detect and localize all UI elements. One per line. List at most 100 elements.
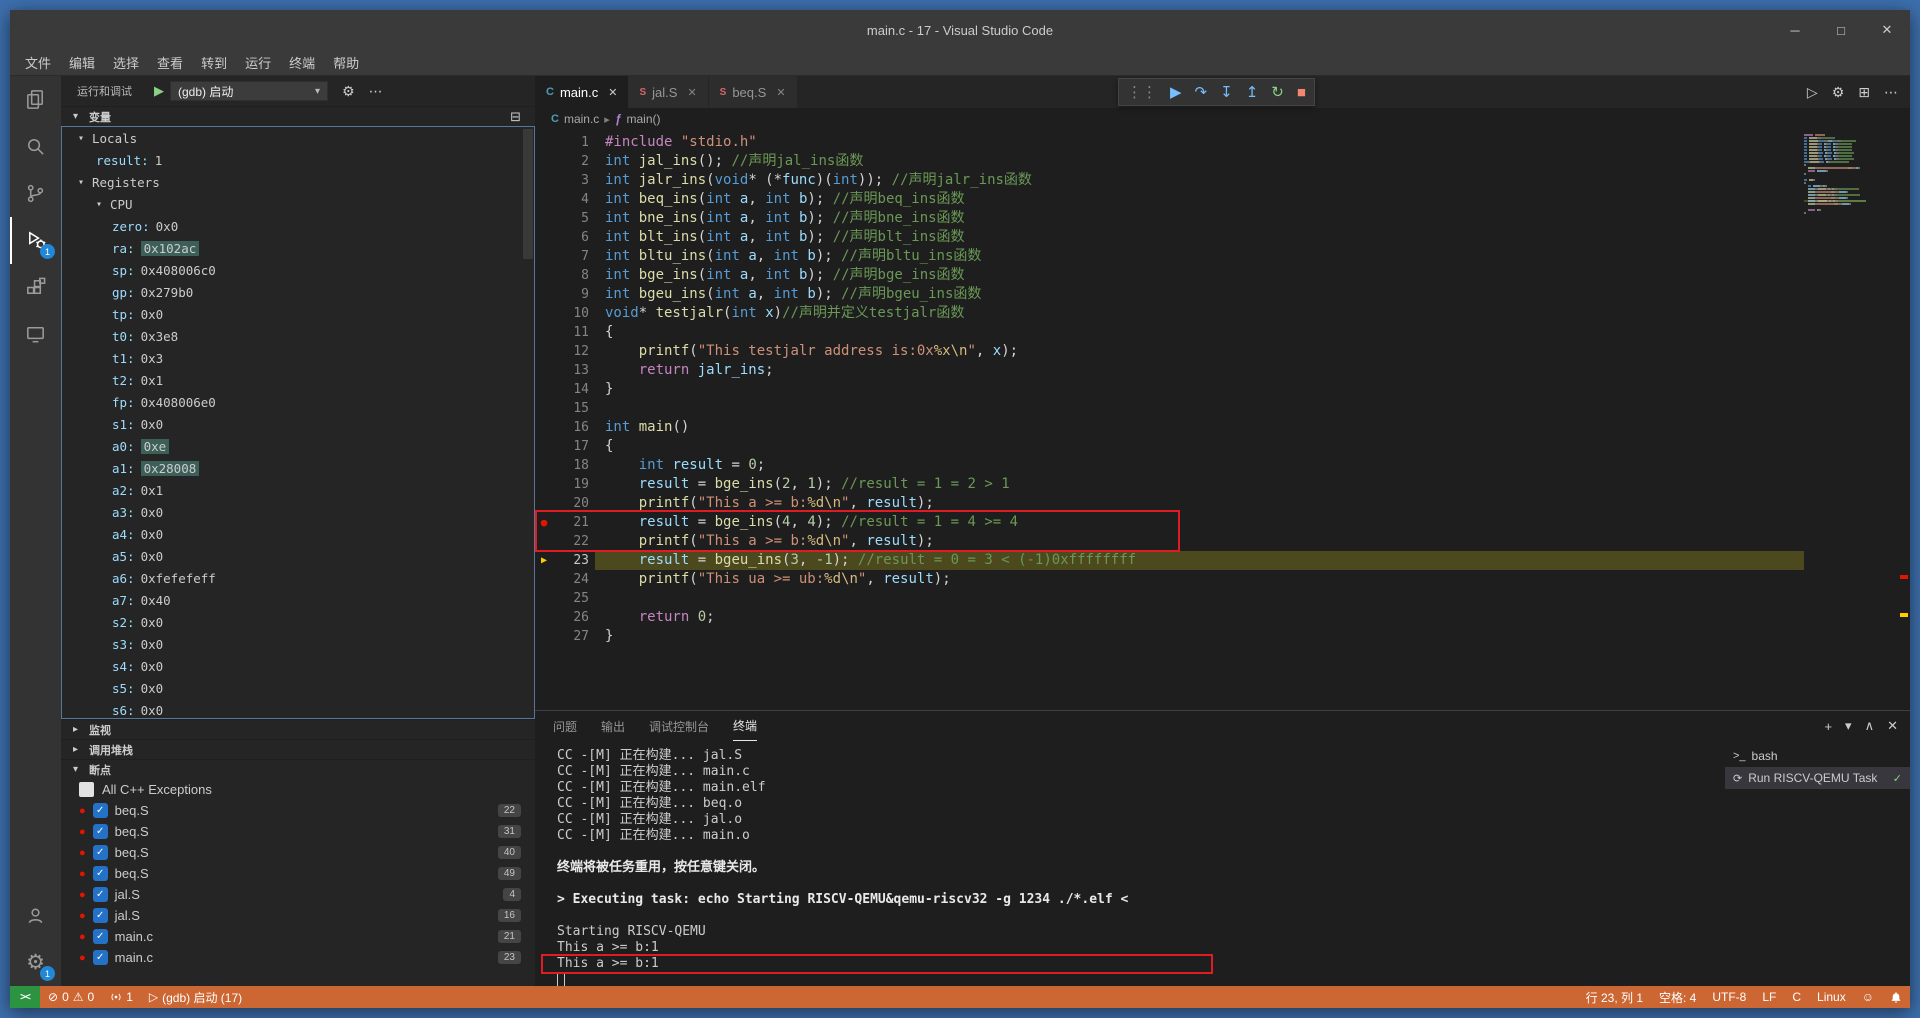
register-row[interactable]: s3:0x0 xyxy=(62,633,534,655)
extensions-icon[interactable] xyxy=(10,264,61,311)
split-editor-icon[interactable]: ⊞ xyxy=(1858,84,1870,101)
code-line[interactable]: 9int bgeu_ins(int a, int b); //声明bgeu_in… xyxy=(535,285,1804,304)
breakpoint-checkbox[interactable]: ✓ xyxy=(93,908,108,923)
breadcrumb-file[interactable]: main.c xyxy=(564,112,599,126)
register-row[interactable]: a5:0x0 xyxy=(62,545,534,567)
indentation-status[interactable]: 空格: 4 xyxy=(1651,986,1704,1008)
menu-item-查看[interactable]: 查看 xyxy=(148,53,192,72)
code-line[interactable]: 6int blt_ins(int a, int b); //声明blt_ins函… xyxy=(535,228,1804,247)
code-line[interactable]: 20 printf("This a >= b:%d\n", result); xyxy=(535,494,1804,513)
register-row[interactable]: t2:0x1 xyxy=(62,369,534,391)
register-row[interactable]: a4:0x0 xyxy=(62,523,534,545)
gutter-space[interactable] xyxy=(535,608,553,627)
search-icon[interactable] xyxy=(10,123,61,170)
tree-registers[interactable]: ▾Registers xyxy=(62,171,534,193)
cursor-position[interactable]: 行 23, 列 1 xyxy=(1578,986,1651,1008)
code-line[interactable]: 25 xyxy=(535,589,1804,608)
register-row[interactable]: a3:0x0 xyxy=(62,501,534,523)
register-row[interactable]: gp:0x279b0 xyxy=(62,281,534,303)
maximize-button[interactable]: □ xyxy=(1818,10,1864,50)
breakpoint-icon[interactable]: ● xyxy=(535,513,553,532)
local-variable[interactable]: result:1 xyxy=(62,149,534,171)
register-row[interactable]: tp:0x0 xyxy=(62,303,534,325)
gutter-space[interactable] xyxy=(535,532,553,551)
editor-tab-jal.S[interactable]: Sjal.S✕ xyxy=(628,76,708,108)
language-mode[interactable]: C xyxy=(1784,986,1809,1008)
run-icon[interactable]: ▷ xyxy=(1807,84,1818,101)
register-row[interactable]: t0:0x3e8 xyxy=(62,325,534,347)
editor-tab-main.c[interactable]: Cmain.c✕ xyxy=(535,76,628,108)
breakpoint-checkbox[interactable]: ✓ xyxy=(93,866,108,881)
gutter-space[interactable] xyxy=(535,133,553,152)
code-line[interactable]: 10void* testjalr(int x)//声明并定义testjalr函数 xyxy=(535,304,1804,323)
accounts-icon[interactable] xyxy=(10,892,61,939)
register-row[interactable]: s6:0x0 xyxy=(62,699,534,719)
problems-status[interactable]: ⊘ 0 ⚠ 0 xyxy=(40,986,102,1008)
breakpoint-checkbox[interactable]: ✓ xyxy=(93,950,108,965)
gutter-space[interactable] xyxy=(535,589,553,608)
variables-section-header[interactable]: ▾ 变量 ⊟ xyxy=(61,106,535,126)
gutter-space[interactable] xyxy=(535,247,553,266)
encoding-status[interactable]: UTF-8 xyxy=(1704,986,1754,1008)
minimap[interactable] xyxy=(1804,130,1910,710)
panel-tab-问题[interactable]: 问题 xyxy=(553,711,577,741)
code-editor[interactable]: 1#include "stdio.h"2int jal_ins(); //声明j… xyxy=(535,130,1910,710)
code-line[interactable]: 15 xyxy=(535,399,1804,418)
panel-tab-终端[interactable]: 终端 xyxy=(733,711,757,741)
register-row[interactable]: a2:0x1 xyxy=(62,479,534,501)
register-row[interactable]: ra:0x102ac xyxy=(62,237,534,259)
terminal-list-item[interactable]: ⟳Run RISCV-QEMU Task✓ xyxy=(1725,767,1910,789)
breakpoint-row[interactable]: ●✓jal.S4 xyxy=(61,884,535,905)
code-line[interactable]: 26 return 0; xyxy=(535,608,1804,627)
code-line[interactable]: 7int bltu_ins(int a, int b); //声明bltu_in… xyxy=(535,247,1804,266)
tree-cpu[interactable]: ▾CPU xyxy=(62,193,534,215)
code-line[interactable]: 2int jal_ins(); //声明jal_ins函数 xyxy=(535,152,1804,171)
panel-tab-调试控制台[interactable]: 调试控制台 xyxy=(649,711,709,741)
restart-icon[interactable]: ↻ xyxy=(1271,85,1284,100)
gutter-space[interactable] xyxy=(535,323,553,342)
breakpoint-row[interactable]: ●✓beq.S31 xyxy=(61,821,535,842)
code-line[interactable]: 17{ xyxy=(535,437,1804,456)
debug-settings-gear-icon[interactable]: ⚙ xyxy=(342,83,355,100)
more-actions-icon[interactable]: ⋯ xyxy=(369,83,383,100)
more-actions-icon[interactable]: ⋯ xyxy=(1884,84,1898,101)
gutter-space[interactable] xyxy=(535,418,553,437)
breakpoint-row[interactable]: ●✓main.c21 xyxy=(61,926,535,947)
breakpoint-checkbox[interactable]: ✓ xyxy=(93,803,108,818)
code-line[interactable]: 16int main() xyxy=(535,418,1804,437)
step-over-icon[interactable]: ↷ xyxy=(1195,85,1208,100)
code-line[interactable]: 4int beq_ins(int a, int b); //声明beq_ins函… xyxy=(535,190,1804,209)
code-line[interactable]: 5int bne_ins(int a, int b); //声明bne_ins函… xyxy=(535,209,1804,228)
code-line[interactable]: 12 printf("This testjalr address is:0x%x… xyxy=(535,342,1804,361)
gutter-space[interactable] xyxy=(535,171,553,190)
close-button[interactable]: ✕ xyxy=(1864,10,1910,50)
code-line[interactable]: 18 int result = 0; xyxy=(535,456,1804,475)
register-row[interactable]: a6:0xfefefeff xyxy=(62,567,534,589)
tab-close-icon[interactable]: ✕ xyxy=(687,86,696,99)
tab-close-icon[interactable]: ✕ xyxy=(776,86,785,99)
exceptions-row[interactable]: All C++ Exceptions xyxy=(61,779,535,800)
settings-gear-icon[interactable]: ⚙ 1 xyxy=(10,939,61,986)
editor-tab-beq.S[interactable]: Sbeq.S✕ xyxy=(709,76,798,108)
register-row[interactable]: s4:0x0 xyxy=(62,655,534,677)
breakpoint-checkbox[interactable]: ✓ xyxy=(93,887,108,902)
run-and-debug-icon[interactable]: 1 xyxy=(10,217,61,264)
remote-indicator[interactable]: >< xyxy=(10,986,40,1008)
gutter-space[interactable] xyxy=(535,285,553,304)
breakpoint-checkbox[interactable]: ✓ xyxy=(93,929,108,944)
split-panel-icon[interactable]: ⊟ xyxy=(510,109,521,125)
code-lines[interactable]: 1#include "stdio.h"2int jal_ins(); //声明j… xyxy=(535,130,1804,710)
gutter-space[interactable] xyxy=(535,380,553,399)
breakpoint-row[interactable]: ●✓main.c23 xyxy=(61,947,535,968)
menu-item-文件[interactable]: 文件 xyxy=(16,53,60,72)
menu-item-运行[interactable]: 运行 xyxy=(236,53,280,72)
step-out-icon[interactable]: ↥ xyxy=(1246,85,1259,100)
menu-item-帮助[interactable]: 帮助 xyxy=(324,53,368,72)
panel-tab-输出[interactable]: 输出 xyxy=(601,711,625,741)
source-control-icon[interactable] xyxy=(10,170,61,217)
debug-config-select[interactable]: (gdb) 启动 ▾ xyxy=(170,81,328,101)
gutter-space[interactable] xyxy=(535,494,553,513)
tab-close-icon[interactable]: ✕ xyxy=(608,86,617,99)
code-line[interactable]: 13 return jalr_ins; xyxy=(535,361,1804,380)
register-row[interactable]: a7:0x40 xyxy=(62,589,534,611)
